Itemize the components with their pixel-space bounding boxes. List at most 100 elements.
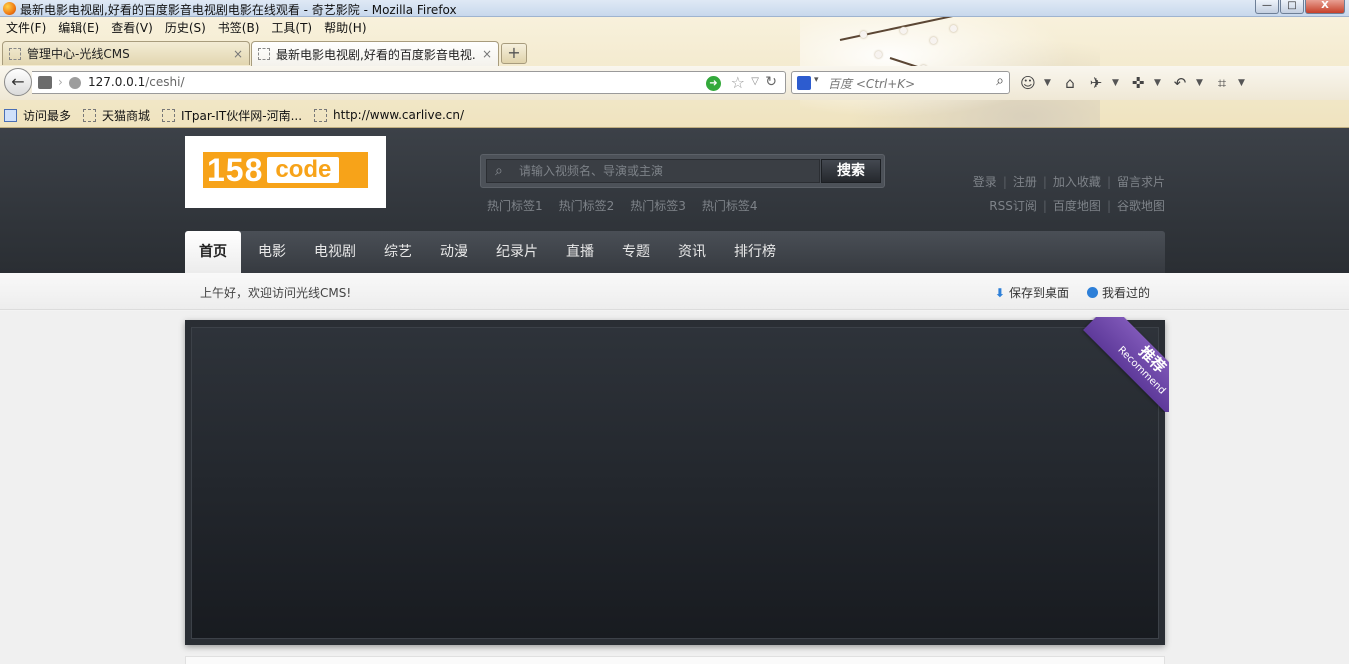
- menu-tools[interactable]: 工具(T): [265, 17, 318, 37]
- hot-tag-link[interactable]: 热门标签2: [559, 197, 615, 214]
- login-link[interactable]: 登录: [973, 173, 997, 190]
- back-button[interactable]: ←: [4, 68, 32, 96]
- divider: |: [1042, 174, 1047, 189]
- content-panel-top: [185, 656, 1165, 664]
- nav-topics[interactable]: 专题: [608, 231, 664, 273]
- bookmark-itpar[interactable]: ITpar-IT伙伴网-河南...: [162, 107, 302, 124]
- hot-tag-link[interactable]: 热门标签3: [630, 197, 686, 214]
- hot-tag-link[interactable]: 热门标签4: [702, 197, 758, 214]
- baidu-engine-icon[interactable]: [797, 76, 811, 90]
- minimize-button[interactable]: —: [1255, 0, 1279, 14]
- nav-live[interactable]: 直播: [552, 231, 608, 273]
- url-history-dropdown-icon[interactable]: ▽: [751, 76, 759, 87]
- nav-home[interactable]: 首页: [185, 231, 241, 273]
- menu-edit[interactable]: 编辑(E): [52, 17, 105, 37]
- bookmark-star-icon[interactable]: ☆: [731, 73, 745, 92]
- blank-page-icon: [9, 47, 21, 60]
- bookmark-tmall[interactable]: 天猫商城: [83, 107, 150, 124]
- site-search-input[interactable]: ⌕ 请输入视频名、导演或主演: [486, 159, 820, 183]
- bookmark-most-visited[interactable]: 访问最多: [4, 107, 71, 124]
- nav-movies[interactable]: 电影: [244, 231, 300, 273]
- site-logo[interactable]: 158 code: [185, 136, 386, 208]
- search-input[interactable]: 百度 <Ctrl+K>: [828, 75, 915, 92]
- watch-history-link[interactable]: 我看过的: [1086, 284, 1150, 301]
- save-to-desktop-label: 保存到桌面: [1008, 286, 1069, 300]
- register-link[interactable]: 注册: [1013, 173, 1037, 190]
- nav-tv-series[interactable]: 电视剧: [300, 231, 370, 273]
- tab-current-page[interactable]: 最新电影电视剧,好看的百度影音电视... ×: [251, 41, 499, 66]
- chevron-down-icon[interactable]: ▼: [1238, 73, 1248, 93]
- chevron-down-icon[interactable]: ▼: [1044, 73, 1054, 93]
- url-text[interactable]: 127.0.0.1/ceshi/: [88, 75, 185, 89]
- browser-chrome: 文件(F) 编辑(E) 查看(V) 历史(S) 书签(B) 工具(T) 帮助(H…: [0, 17, 1349, 128]
- user-shortcuts: ⬇ 保存到桌面 我看过的: [995, 284, 1150, 301]
- divider: |: [1002, 174, 1007, 189]
- request-movie-link[interactable]: 留言求片: [1117, 173, 1165, 190]
- tab-label: 最新电影电视剧,好看的百度影音电视...: [276, 47, 476, 62]
- baidu-map-link[interactable]: 百度地图: [1053, 197, 1101, 214]
- go-arrow-icon[interactable]: ➜: [706, 76, 721, 91]
- search-icon[interactable]: ⌕: [996, 73, 1004, 89]
- hot-tag-link[interactable]: 热门标签1: [487, 197, 543, 214]
- chevron-down-icon[interactable]: ▼: [1112, 73, 1122, 93]
- reload-icon[interactable]: ↻: [765, 74, 777, 90]
- rss-link[interactable]: RSS订阅: [989, 197, 1037, 214]
- addon-smiley-icon[interactable]: ☺: [1018, 73, 1038, 93]
- bookmark-folder-icon: [4, 108, 17, 122]
- nav-documentary[interactable]: 纪录片: [482, 231, 552, 273]
- window-titlebar: 最新电影电视剧,好看的百度影音电视剧电影在线观看 - 奇艺影院 - Mozill…: [0, 0, 1349, 17]
- close-tab-icon[interactable]: ×: [482, 47, 492, 61]
- globe-icon: [69, 77, 81, 89]
- close-window-button[interactable]: X: [1305, 0, 1345, 14]
- download-icon: ⬇: [994, 285, 1005, 300]
- chevron-down-icon[interactable]: ▾: [814, 75, 819, 85]
- google-map-link[interactable]: 谷歌地图: [1117, 197, 1165, 214]
- maximize-button[interactable]: □: [1280, 0, 1304, 14]
- browser-search-box[interactable]: ▾ 百度 <Ctrl+K> ⌕: [791, 71, 1010, 94]
- tab-label: 管理中心-光线CMS: [27, 47, 130, 61]
- chevron-right-icon: ›: [58, 75, 63, 89]
- account-links: 登录 | 注册 | 加入收藏 | 留言求片: [973, 173, 1165, 190]
- site-pages-icon[interactable]: [38, 76, 52, 89]
- ribbon-band: 推荐 Recommend: [1083, 317, 1169, 412]
- nav-variety[interactable]: 综艺: [370, 231, 426, 273]
- bookmark-label: 天猫商城: [102, 108, 151, 123]
- site-search-button[interactable]: 搜索: [821, 159, 881, 183]
- home-icon[interactable]: ⌂: [1060, 73, 1080, 93]
- chevron-down-icon[interactable]: ▼: [1154, 73, 1164, 93]
- menu-view[interactable]: 查看(V): [105, 17, 159, 37]
- menu-history[interactable]: 历史(S): [159, 17, 212, 37]
- blank-page-icon: [83, 108, 97, 122]
- undo-icon[interactable]: ↶: [1170, 73, 1190, 93]
- url-bar[interactable]: › 127.0.0.1/ceshi/ ➜ ☆ ▽ ↻: [32, 71, 786, 94]
- blank-page-icon: [258, 48, 270, 60]
- addon-bird-icon[interactable]: ✈: [1086, 73, 1106, 93]
- blank-page-icon: [162, 108, 176, 122]
- logo-number: 158: [207, 152, 264, 188]
- chevron-down-icon[interactable]: ▼: [1196, 73, 1206, 93]
- bookmark-carlive[interactable]: http://www.carlive.cn/: [314, 108, 464, 122]
- menu-file[interactable]: 文件(F): [0, 17, 52, 37]
- bookmark-label: http://www.carlive.cn/: [333, 108, 465, 122]
- bookmarks-toolbar: 访问最多 天猫商城 ITpar-IT伙伴网-河南... http://www.c…: [0, 104, 1349, 126]
- crop-icon[interactable]: ⌗: [1212, 73, 1232, 93]
- welcome-bar: 上午好，欢迎访问光线CMS! ⬇ 保存到桌面 我看过的: [0, 273, 1349, 310]
- hot-tags: 热门标签1 热门标签2 热门标签3 热门标签4: [487, 197, 758, 214]
- nav-news[interactable]: 资讯: [664, 231, 720, 273]
- welcome-message: 上午好，欢迎访问光线CMS!: [200, 286, 352, 300]
- tab-admin-center[interactable]: 管理中心-光线CMS ×: [2, 41, 250, 65]
- nav-anime[interactable]: 动漫: [426, 231, 482, 273]
- menu-bookmarks[interactable]: 书签(B): [212, 17, 266, 37]
- menu-help[interactable]: 帮助(H): [318, 17, 372, 37]
- close-tab-icon[interactable]: ×: [233, 47, 243, 61]
- featured-slider[interactable]: 推荐 Recommend: [185, 317, 1169, 645]
- divider: |: [1106, 174, 1111, 189]
- nav-rankings[interactable]: 排行榜: [720, 231, 790, 273]
- watch-history-label: 我看过的: [1101, 286, 1150, 300]
- toolbar-icons: ☺ ▼ ⌂ ✈ ▼ ✜ ▼ ↶ ▼ ⌗ ▼: [1018, 73, 1248, 93]
- add-favorite-link[interactable]: 加入收藏: [1053, 173, 1101, 190]
- gamepad-icon[interactable]: ✜: [1128, 73, 1148, 93]
- site-search-bar: ⌕ 请输入视频名、导演或主演 搜索: [480, 154, 885, 188]
- save-to-desktop-link[interactable]: ⬇ 保存到桌面: [995, 284, 1069, 301]
- new-tab-button[interactable]: +: [501, 43, 527, 64]
